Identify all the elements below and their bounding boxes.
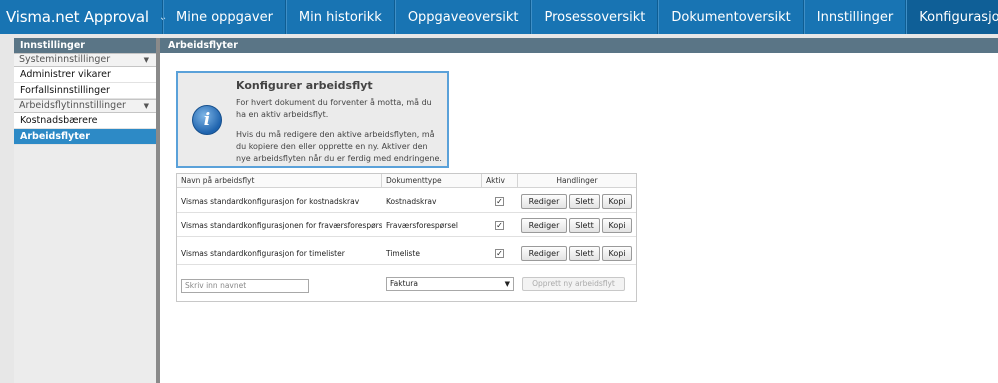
caret-down-icon: ▼: [143, 56, 149, 64]
sidebar: Innstillinger Systeminnstillinger ▼ Admi…: [14, 38, 156, 383]
tab-innstillinger[interactable]: Innstillinger: [803, 0, 907, 34]
sidebar-item-administrer-vikarer[interactable]: Administrer vikarer: [14, 67, 156, 83]
delete-button[interactable]: Slett: [569, 194, 600, 209]
workflow-type: Fraværsforespørsel: [386, 221, 458, 230]
edit-button[interactable]: Rediger: [521, 194, 567, 209]
workflow-table: Navn på arbeidsflyt Dokumenttype Aktiv H…: [176, 173, 637, 302]
delete-button[interactable]: Slett: [569, 218, 600, 233]
workflow-name: Vismas standardkonfigurasjonen for fravæ…: [181, 221, 382, 230]
active-checkbox[interactable]: ✓: [495, 197, 504, 206]
workflow-name: Vismas standardkonfigurasjon for kostnad…: [181, 197, 360, 206]
info-paragraph-2: Hvis du må redigere den aktive arbeidsfl…: [236, 130, 442, 163]
sidebar-group-label: Systeminnstillinger: [19, 54, 111, 65]
document-type-selected: Faktura: [390, 279, 418, 288]
workflow-type: Timeliste: [386, 249, 420, 258]
tab-konfigurasjon[interactable]: Konfigurasjon: [906, 0, 998, 34]
workflow-type: Kostnadskrav: [386, 197, 437, 206]
sidebar-fill: [14, 145, 156, 383]
sidebar-group-systeminnstillinger[interactable]: Systeminnstillinger ▼: [14, 53, 156, 67]
tab-dokumentoversikt[interactable]: Dokumentoversikt: [658, 0, 804, 34]
caret-down-icon: ▼: [143, 102, 149, 110]
column-header-type: Dokumenttype: [382, 174, 482, 188]
sidebar-header: Innstillinger: [14, 38, 156, 53]
sidebar-item-arbeidsflyter[interactable]: Arbeidsflyter: [14, 129, 156, 145]
table-header-row: Navn på arbeidsflyt Dokumenttype Aktiv H…: [177, 174, 636, 188]
edit-button[interactable]: Rediger: [521, 218, 567, 233]
table-row: Vismas standardkonfigurasjonen for fravæ…: [177, 214, 636, 237]
caret-down-icon: ▼: [504, 280, 510, 288]
column-header-active: Aktiv: [482, 174, 518, 188]
tab-mine-oppgaver[interactable]: Mine oppgaver: [163, 0, 286, 34]
tab-prosessoversikt[interactable]: Prosessoversikt: [531, 0, 659, 34]
sidebar-group-arbeidsflytinnstillinger[interactable]: Arbeidsflytinnstillinger ▼: [14, 99, 156, 113]
left-gutter: [0, 34, 14, 383]
app-title: Visma.net Approval: [6, 8, 149, 26]
column-header-actions: Handlinger: [556, 176, 598, 185]
copy-button[interactable]: Kopi: [602, 218, 632, 233]
column-header-name: Navn på arbeidsflyt: [177, 174, 382, 188]
active-checkbox[interactable]: ✓: [495, 249, 504, 258]
sidebar-item-forfallsinnstillinger[interactable]: Forfallsinnstillinger: [14, 83, 156, 99]
edit-button[interactable]: Rediger: [521, 246, 567, 261]
workflow-name: Vismas standardkonfigurasjon for timelis…: [181, 249, 345, 258]
top-navigation: Visma.net Approval ⌄ Mine oppgaver Min h…: [0, 0, 998, 34]
info-paragraph-1: For hvert dokument du forventer å motta,…: [236, 98, 432, 119]
table-row: Vismas standardkonfigurasjon for timelis…: [177, 242, 636, 265]
active-checkbox[interactable]: ✓: [495, 221, 504, 230]
copy-button[interactable]: Kopi: [602, 194, 632, 209]
tab-min-historikk[interactable]: Min historikk: [285, 0, 395, 34]
page-title: Arbeidsflyter: [160, 38, 998, 53]
sidebar-item-kostnadsbaerere[interactable]: Kostnadsbærere: [14, 113, 156, 129]
info-panel: i Konfigurer arbeidsflyt For hvert dokum…: [176, 71, 449, 168]
copy-button[interactable]: Kopi: [602, 246, 632, 261]
create-workflow-button[interactable]: Opprett ny arbeidsflyt: [522, 277, 625, 291]
table-row: Vismas standardkonfigurasjon for kostnad…: [177, 190, 636, 213]
document-type-select[interactable]: Faktura ▼: [386, 277, 514, 291]
info-icon: i: [192, 105, 222, 135]
delete-button[interactable]: Slett: [569, 246, 600, 261]
new-workflow-name-input[interactable]: Skriv inn navnet: [181, 279, 309, 293]
app-switcher[interactable]: Visma.net Approval ⌄: [0, 0, 167, 34]
tab-oppgaveoversikt[interactable]: Oppgaveoversikt: [394, 0, 532, 34]
info-title: Konfigurer arbeidsflyt: [236, 79, 373, 92]
sidebar-group-label: Arbeidsflytinnstillinger: [19, 100, 126, 111]
